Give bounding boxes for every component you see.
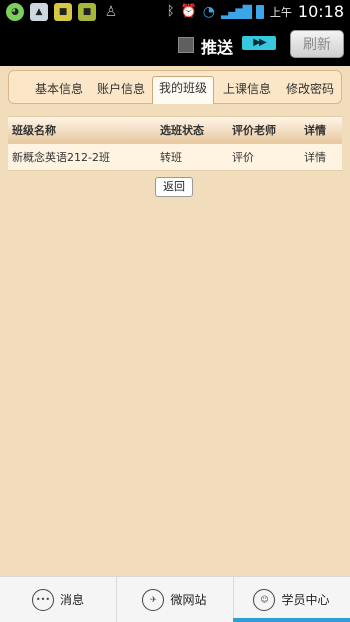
bluetooth-icon: ᛒ (166, 4, 175, 19)
table-header: 班级名称 选班状态 评价老师 详情 (8, 116, 342, 143)
transfer-link[interactable]: 转班 (160, 149, 182, 165)
system-icons: ᛒ ⏰ ◔ ▂▄▆█ 上午 10:18 (167, 2, 344, 21)
notification-icons: ◕ ▲ ■ ■ ♙ (6, 3, 120, 21)
nav-messages[interactable]: ••• 消息 (0, 577, 117, 622)
status-bar: ◕ ▲ ■ ■ ♙ ᛒ ⏰ ◔ ▂▄▆█ 上午 10:18 (0, 0, 350, 24)
bottom-nav: ••• 消息 ✈ 微网站 ☺ 学员中心 (0, 576, 350, 622)
header-status: 选班状态 (160, 124, 204, 137)
student-center-icon: ☺ (253, 588, 276, 611)
nav-student-center-label: 学员中心 (281, 593, 330, 607)
message-icon: ••• (31, 588, 54, 611)
wifi-icon: ◔ (202, 3, 215, 20)
tab-account-info[interactable]: 账户信息 (91, 78, 151, 104)
nav-messages-label: 消息 (59, 593, 84, 607)
gallery-icon: ▲ (30, 3, 48, 21)
profile-tabs: 基本信息 账户信息 我的班级 上课信息 修改密码 (8, 70, 342, 104)
app-icon-green: ◕ (6, 3, 24, 21)
alarm-icon: ⏰ (180, 4, 197, 19)
details-link[interactable]: 详情 (304, 149, 326, 165)
app-icon-yellow: ■ (54, 3, 72, 21)
nav-student-center[interactable]: ☺ 学员中心 (233, 577, 350, 622)
header-teacher-review: 评价老师 (232, 124, 276, 137)
tab-class-info[interactable]: 上课信息 (216, 78, 278, 104)
signal-icon: ▂▄▆█ (220, 4, 252, 19)
push-label: 推送 (201, 38, 234, 57)
qq-icon: ♙ (104, 4, 118, 20)
battery-icon (255, 4, 264, 19)
header-details: 详情 (304, 124, 326, 137)
app-bar: 推送 ▶▶ 刷新 (0, 24, 350, 66)
refresh-button[interactable]: 刷新 (290, 30, 344, 58)
tab-basic-info[interactable]: 基本信息 (29, 78, 89, 104)
status-time: 10:18 (297, 2, 344, 21)
header-class-name: 班级名称 (12, 124, 56, 137)
review-link[interactable]: 评价 (232, 149, 254, 165)
nav-microsite[interactable]: ✈ 微网站 (116, 577, 234, 622)
status-ampm: 上午 (269, 5, 292, 19)
nav-microsite-label: 微网站 (170, 593, 207, 607)
active-nav-indicator (233, 618, 350, 622)
tab-my-class[interactable]: 我的班级 (152, 76, 214, 104)
push-toggle[interactable]: ▶▶ (242, 36, 276, 50)
microsite-icon: ✈ (142, 588, 165, 611)
class-name-cell: 新概念英语212-2班 (12, 151, 110, 164)
push-checkbox[interactable] (178, 37, 194, 53)
app-icon-yellow-2: ■ (78, 3, 96, 21)
tab-change-password[interactable]: 修改密码 (280, 78, 340, 104)
table-row: 新概念英语212-2班 转班 评价 详情 (8, 143, 342, 171)
back-button[interactable]: 返回 (155, 177, 193, 197)
class-table: 班级名称 选班状态 评价老师 详情 新概念英语212-2班 转班 评价 详情 (8, 116, 342, 171)
